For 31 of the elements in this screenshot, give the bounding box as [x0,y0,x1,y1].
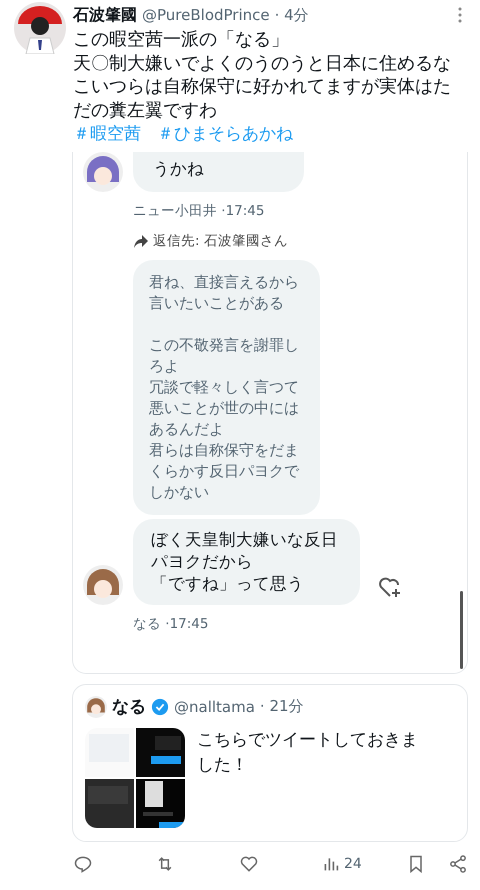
message-meta: なる ·17:45 [133,615,210,633]
quoted-author-name: なる [112,696,146,718]
quoted-text: こちらでツイートしておきました！ [197,729,419,777]
post-text: この暇空茜一派の「なる」 [73,28,290,52]
message-text: 「ですね」って思う [151,573,305,595]
message-text: 君ね、直接言えるから言いたいことがある [149,272,300,314]
message-text: ぼく天皇制大嫌いな反日パヨクだから [151,529,339,573]
more-icon[interactable] [458,7,462,23]
like-icon[interactable] [239,854,259,874]
reply-icon[interactable] [73,854,93,874]
author-handle[interactable]: @PureBlodPrince [142,6,270,24]
quoted-post[interactable]: なる @nalltama · 21分 こちらでツイートしておきました！ [72,684,468,842]
views-button[interactable]: 24 [323,856,362,872]
message-text: うかね [153,158,204,180]
message-text: 君らは自称保守をだまくらかす反日パヨクでしかない [149,440,300,503]
reply-arrow-icon [133,234,149,248]
post-text: 天〇制大嫌いでよくのうのうと日本に住めるなこいつらは自称保守に好かれてますが実体はただの糞左翼ですわ [73,52,452,122]
avatar-icon[interactable] [14,2,66,54]
avatar-icon [85,696,107,718]
reply-to-text: 返信先: 石波肇國さん [153,232,288,250]
quoted-time: · 21分 [260,697,304,716]
message-text: 冗談で軽々しく言つて悪いことが世の中にはあるんだよ [149,377,300,440]
message-meta: ニュー小田井 ·17:45 [133,202,266,220]
quoted-handle: @nalltama [174,698,255,716]
share-icon[interactable] [448,854,468,874]
heart-plus-icon[interactable] [378,577,402,599]
author-name[interactable]: 石波肇國 [73,4,137,26]
scrollbar[interactable] [460,591,463,669]
post-time: · 4分 [274,6,309,24]
views-icon [323,856,339,872]
message-text: この不敬発言を謝罪しろよ [149,335,300,377]
